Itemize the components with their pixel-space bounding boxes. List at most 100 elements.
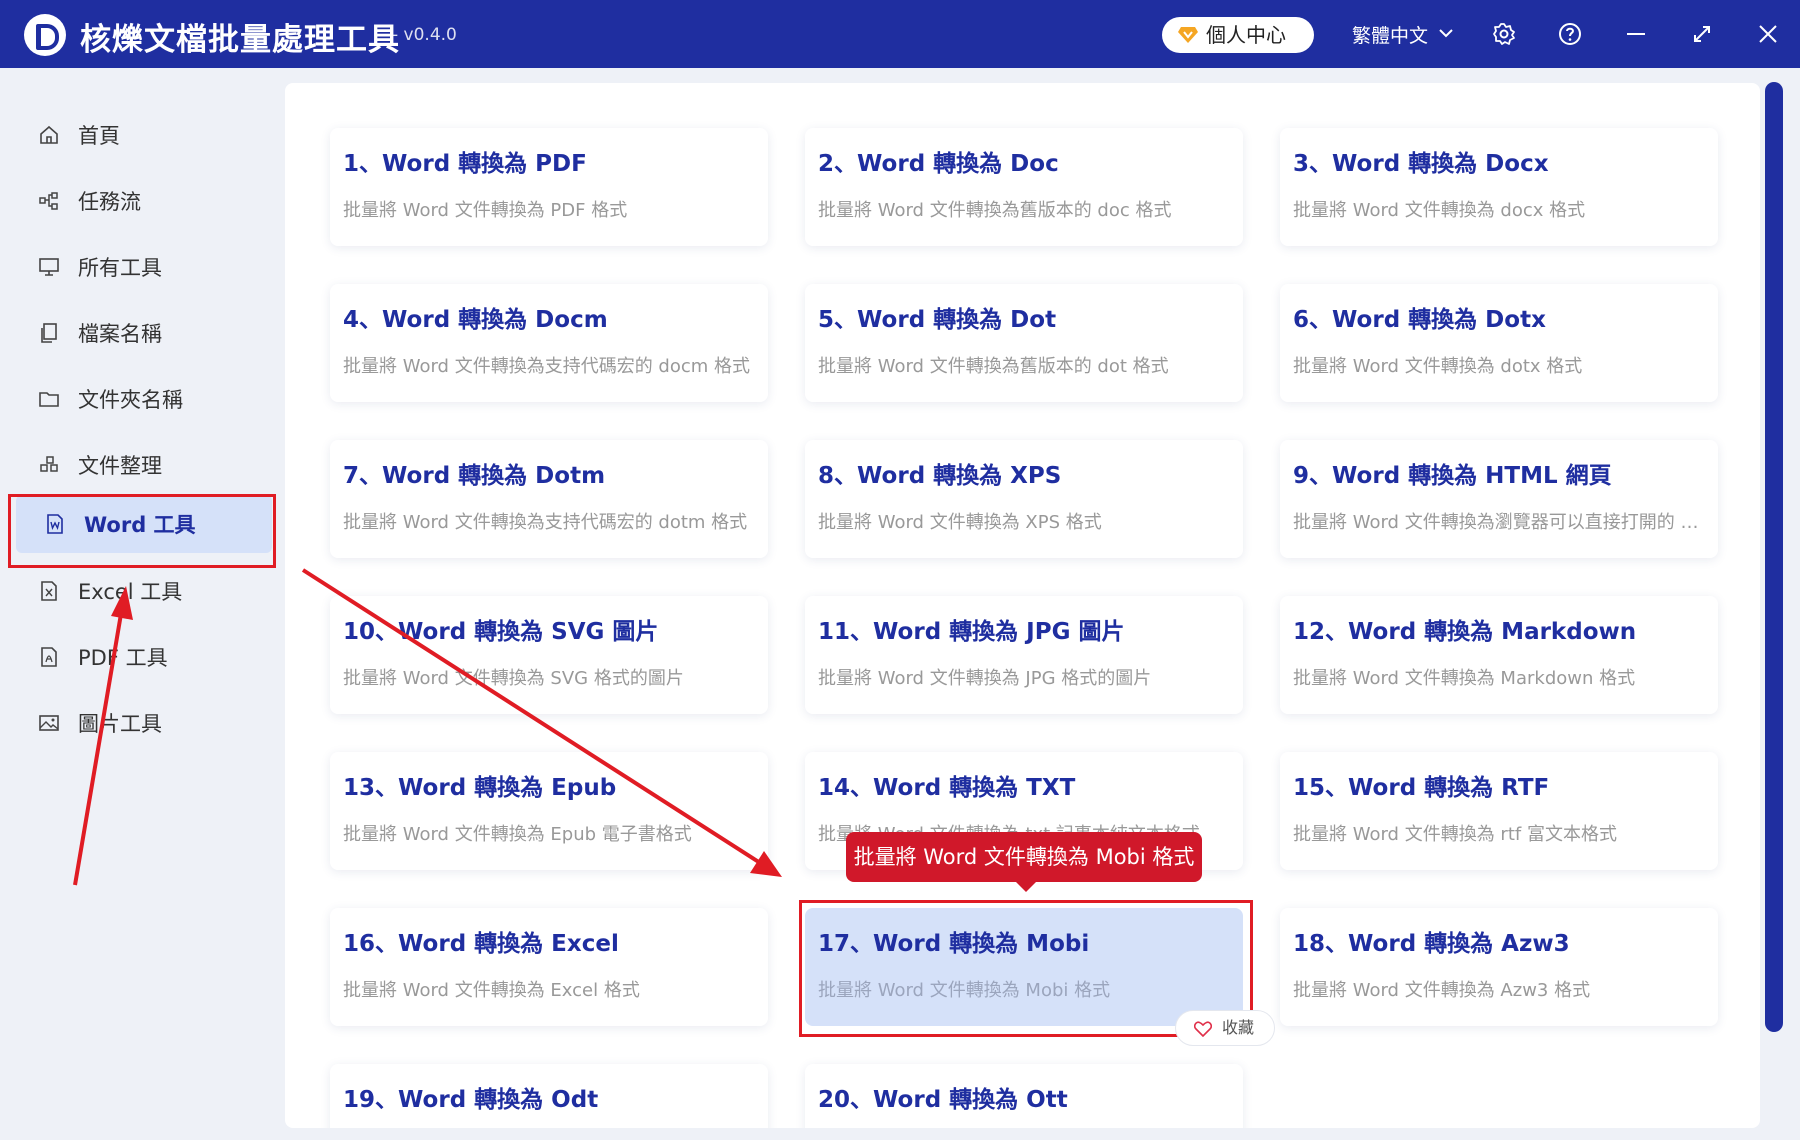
tool-card[interactable]: 19、Word 轉換為 Odt xyxy=(330,1064,768,1128)
sidebar-item-file-name[interactable]: 檔案名稱 xyxy=(10,304,272,362)
app-logo-icon xyxy=(24,14,66,56)
chevron-down-icon[interactable] xyxy=(1438,26,1454,40)
sidebar: 首頁 任務流 所有工具 檔案名稱 文件夾名稱 文件整理 Word 工具 Exce… xyxy=(10,88,272,764)
gear-icon[interactable] xyxy=(1492,22,1516,46)
tool-card[interactable]: 10、Word 轉換為 SVG 圖片批量將 Word 文件轉換為 SVG 格式的… xyxy=(330,596,768,714)
tool-title: 18、Word 轉換為 Azw3 xyxy=(1293,931,1570,957)
tool-title: 2、Word 轉換為 Doc xyxy=(818,151,1059,177)
tool-title: 5、Word 轉換為 Dot xyxy=(818,307,1057,333)
tool-card[interactable]: 3、Word 轉換為 Docx 批量將 Word 文件轉換為 docx 格式 xyxy=(1280,128,1718,246)
title-bar: 核爍文檔批量處理工具 - v0.4.0 個人中心 繁體中文 xyxy=(0,0,1800,68)
folder-icon xyxy=(39,392,59,407)
vertical-scrollbar[interactable] xyxy=(1765,82,1783,1122)
minimize-icon[interactable] xyxy=(1624,22,1648,46)
user-center-label: 個人中心 xyxy=(1206,23,1286,47)
sidebar-item-image-tools[interactable]: 圖片工具 xyxy=(10,694,272,752)
tool-card[interactable]: 18、Word 轉換為 Azw3 批量將 Word 文件轉換為 Azw3 格式 xyxy=(1280,908,1718,1026)
tool-title: 10、Word 轉換為 SVG 圖片 xyxy=(343,619,659,645)
tool-card[interactable]: 4、Word 轉換為 Docm 批量將 Word 文件轉換為支持代碼宏的 docm… xyxy=(330,284,768,402)
sidebar-item-label: 所有工具 xyxy=(78,256,162,280)
tool-desc: 批量將 Word 文件轉換為支持代碼宏的 docm 格式 xyxy=(343,356,751,377)
tool-desc: 批量將 Word 文件轉換為 XPS 格式 xyxy=(818,512,1102,533)
user-center-button[interactable]: 個人中心 xyxy=(1162,17,1314,53)
tool-desc: 批量將 Word 文件轉換為 rtf 富文本格式 xyxy=(1293,824,1617,845)
tool-title: 16、Word 轉換為 Excel xyxy=(343,931,619,957)
sidebar-item-home[interactable]: 首頁 xyxy=(10,106,272,164)
tool-title: 8、Word 轉換為 XPS xyxy=(818,463,1062,489)
sidebar-item-label: PDF 工具 xyxy=(78,646,168,670)
home-icon xyxy=(40,125,58,144)
tool-title: 11、Word 轉換為 JPG 圖片 xyxy=(818,619,1125,645)
excel-doc-icon xyxy=(41,581,57,601)
language-select[interactable]: 繁體中文 xyxy=(1352,21,1428,48)
tool-card[interactable]: 8、Word 轉換為 XPS 批量將 Word 文件轉換為 XPS 格式 xyxy=(805,440,1243,558)
tool-title: 14、Word 轉換為 TXT xyxy=(818,775,1076,801)
tool-title: 12、Word 轉換為 Markdown xyxy=(1293,619,1637,645)
favorite-label: 收藏 xyxy=(1222,1018,1255,1037)
sidebar-item-workflow[interactable]: 任務流 xyxy=(10,172,272,230)
tool-desc: 批量將 Word 文件轉換為支持代碼宏的 dotm 格式 xyxy=(343,512,748,533)
app-version: - v0.4.0 xyxy=(392,25,457,45)
heart-icon xyxy=(1194,1021,1212,1037)
tool-card[interactable]: 15、Word 轉換為 RTF 批量將 Word 文件轉換為 rtf 富文本格式 xyxy=(1280,752,1718,870)
image-icon xyxy=(39,715,59,731)
file-copy-icon xyxy=(41,323,57,343)
tool-desc: 批量將 Word 文件轉換為 Excel 格式 xyxy=(343,980,640,1001)
sidebar-item-label: 文件整理 xyxy=(78,454,162,478)
close-icon[interactable] xyxy=(1756,22,1780,46)
sidebar-item-label: 圖片工具 xyxy=(78,712,162,736)
tool-title: 19、Word 轉換為 Odt xyxy=(343,1087,599,1113)
tool-title: 15、Word 轉換為 RTF xyxy=(1293,775,1550,801)
sidebar-item-all-tools[interactable]: 所有工具 xyxy=(10,238,272,296)
tool-desc: 批量將 Word 文件轉換為 dotx 格式 xyxy=(1293,356,1583,377)
tool-card[interactable]: 9、Word 轉換為 HTML 網頁批量將 Word 文件轉換為瀏覽器可以直接打… xyxy=(1280,440,1718,558)
tool-card[interactable]: 2、Word 轉換為 Doc 批量將 Word 文件轉換為舊版本的 doc 格式 xyxy=(805,128,1243,246)
tool-tooltip: 批量將 Word 文件轉換為 Mobi 格式 xyxy=(846,832,1202,892)
tool-title: 4、Word 轉換為 Docm xyxy=(343,307,608,333)
help-icon[interactable] xyxy=(1558,22,1582,46)
tool-desc: 批量將 Word 文件轉換為舊版本的 doc 格式 xyxy=(818,200,1172,221)
tool-title: 9、Word 轉換為 HTML 網頁 xyxy=(1293,463,1612,489)
tool-title: 20、Word 轉換為 Ott xyxy=(818,1087,1068,1113)
favorite-button[interactable]: 收藏 xyxy=(1175,1010,1275,1046)
tool-desc: 批量將 Word 文件轉換為 Azw3 格式 xyxy=(1293,980,1591,1001)
app-title: 核爍文檔批量處理工具 xyxy=(80,22,400,58)
tool-title: 6、Word 轉換為 Dotx xyxy=(1293,307,1546,333)
organize-icon xyxy=(40,456,58,472)
tool-card[interactable]: 20、Word 轉換為 Ott xyxy=(805,1064,1243,1128)
workflow-icon xyxy=(39,192,58,210)
sidebar-item-organize[interactable]: 文件整理 xyxy=(10,436,272,494)
tool-card[interactable]: 1、Word 轉換為 PDF 批量將 Word 文件轉換為 PDF 格式 xyxy=(330,128,768,246)
tool-title: 7、Word 轉換為 Dotm xyxy=(343,463,606,489)
sidebar-item-excel-tools[interactable]: Excel 工具 xyxy=(10,562,272,620)
scrollbar-thumb[interactable] xyxy=(1765,82,1783,1032)
tool-card[interactable]: 16、Word 轉換為 Excel 批量將 Word 文件轉換為 Excel 格式 xyxy=(330,908,768,1026)
sidebar-item-label: 首頁 xyxy=(78,124,120,148)
highlight-frame-sidebar xyxy=(8,494,276,568)
tool-title: 3、Word 轉換為 Docx xyxy=(1293,151,1549,177)
tool-desc: 批量將 Word 文件轉換為 Epub 電子書格式 xyxy=(343,824,692,845)
diamond-icon xyxy=(1178,27,1198,43)
tool-desc: 批量將 Word 文件轉換為 SVG 格式的圖片 xyxy=(343,668,684,689)
tool-card[interactable]: 13、Word 轉換為 Epub 批量將 Word 文件轉換為 Epub 電子書格… xyxy=(330,752,768,870)
tool-card[interactable]: 12、Word 轉換為 Markdown 批量將 Word 文件轉換為 Markd… xyxy=(1280,596,1718,714)
sidebar-item-pdf-tools[interactable]: PDF 工具 xyxy=(10,628,272,686)
tool-desc: 批量將 Word 文件轉換為瀏覽器可以直接打開的 H... xyxy=(1293,512,1705,533)
sidebar-item-label: 任務流 xyxy=(78,190,141,214)
sidebar-item-label: 文件夾名稱 xyxy=(78,388,183,412)
monitor-icon xyxy=(39,258,59,276)
tool-title: 13、Word 轉換為 Epub xyxy=(343,775,617,801)
maximize-icon[interactable] xyxy=(1690,22,1714,46)
sidebar-item-label: 檔案名稱 xyxy=(78,322,162,346)
tool-title: 1、Word 轉換為 PDF xyxy=(343,151,587,177)
pdf-doc-icon xyxy=(41,647,57,667)
sidebar-item-label: Excel 工具 xyxy=(78,580,183,604)
sidebar-item-folder-name[interactable]: 文件夾名稱 xyxy=(10,370,272,428)
tool-desc: 批量將 Word 文件轉換為 Markdown 格式 xyxy=(1293,668,1636,689)
tool-card[interactable]: 5、Word 轉換為 Dot 批量將 Word 文件轉換為舊版本的 dot 格式 xyxy=(805,284,1243,402)
tool-card[interactable]: 7、Word 轉換為 Dotm 批量將 Word 文件轉換為支持代碼宏的 dotm… xyxy=(330,440,768,558)
tool-card[interactable]: 6、Word 轉換為 Dotx 批量將 Word 文件轉換為 dotx 格式 xyxy=(1280,284,1718,402)
tool-desc: 批量將 Word 文件轉換為 JPG 格式的圖片 xyxy=(818,668,1152,689)
tool-card[interactable]: 11、Word 轉換為 JPG 圖片批量將 Word 文件轉換為 JPG 格式的… xyxy=(805,596,1243,714)
tool-desc: 批量將 Word 文件轉換為 docx 格式 xyxy=(1293,200,1586,221)
